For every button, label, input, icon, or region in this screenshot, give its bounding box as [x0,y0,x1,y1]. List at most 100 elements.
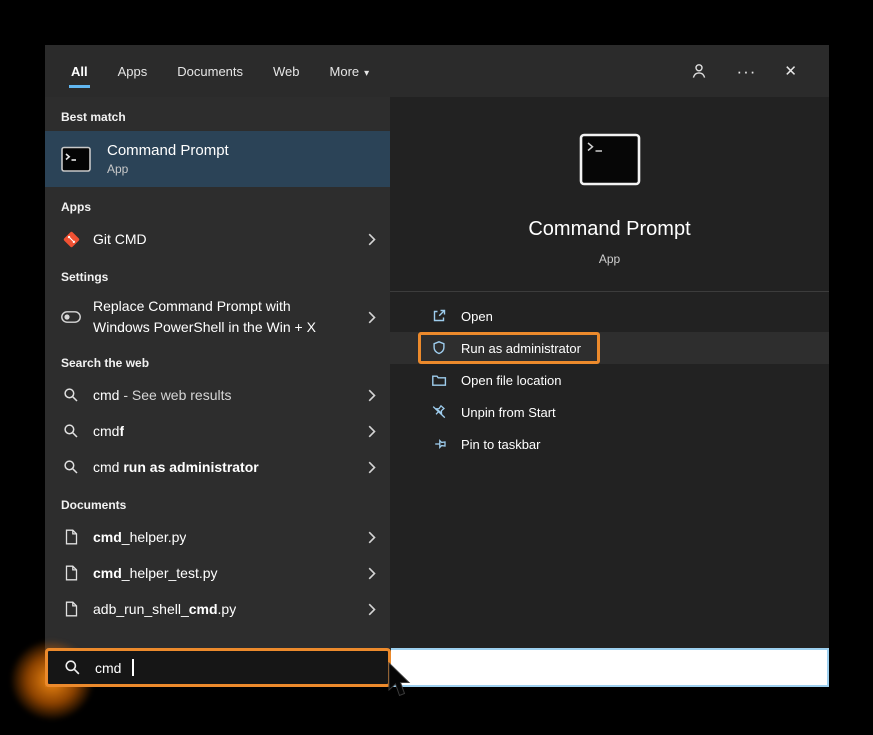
close-icon[interactable]: ✕ [784,62,797,80]
settings-line2: Windows PowerShell in the Win + X [93,318,316,337]
chevron-down-icon: ▾ [364,68,369,79]
section-header-apps: Apps [45,187,390,221]
tab-all-label: All [71,64,88,79]
result-git-cmd[interactable]: Git CMD [45,221,390,257]
tab-documents-label: Documents [177,64,243,79]
toggle-icon [59,311,83,323]
result-doc-cmd-helper-test[interactable]: cmd_helper_test.py [45,555,390,591]
action-label: Run as administrator [461,341,581,356]
label-run: .py [218,601,237,617]
shield-icon [430,340,447,356]
label-run: _helper_test.py [122,565,218,581]
document-icon [59,565,83,581]
chevron-right-icon[interactable] [360,603,376,616]
result-label: cmdf [93,423,124,439]
tab-documents[interactable]: Documents [177,64,243,79]
preview-panel: Command Prompt App Open [390,97,829,648]
tab-all[interactable]: All [71,64,88,79]
section-header-search-the-web: Search the web [45,343,390,377]
taskbar-search-box[interactable]: cmd [45,648,391,687]
settings-line1: Replace Command Prompt with [93,297,316,316]
tab-more-label: More [330,64,360,79]
more-options-icon[interactable]: ··· [736,63,756,80]
result-label: cmd_helper_test.py [93,565,218,581]
folder-icon [430,372,447,388]
chevron-right-icon[interactable] [360,567,376,580]
label-run: adb_run_shell_ [93,601,189,617]
annotation-box-run-as-admin: Run as administrator [418,332,600,364]
result-doc-cmd-helper[interactable]: cmd_helper.py [45,519,390,555]
results-panel: Best match Command Prompt App Apps [45,97,390,648]
open-icon [430,308,447,324]
result-best-match-command-prompt[interactable]: Command Prompt App [45,131,390,187]
chevron-right-icon[interactable] [360,461,376,474]
result-web-cmd-run-as-administrator[interactable]: cmd run as administrator [45,449,390,485]
tabbar-actions: ··· ✕ [690,62,803,80]
chevron-right-icon[interactable] [360,531,376,544]
action-label: Open file location [461,373,561,388]
pin-icon [430,436,447,452]
label-run: cmd [93,387,119,403]
divider [390,291,829,292]
action-pin-to-taskbar[interactable]: Pin to taskbar [390,428,829,460]
action-label: Unpin from Start [461,405,556,420]
tab-bar: All Apps Documents Web More ▾ [45,45,829,97]
git-icon [59,230,83,249]
action-open[interactable]: Open [390,300,829,332]
search-icon [59,387,83,403]
search-icon [59,459,83,475]
label-run: cmd [93,459,123,475]
command-prompt-icon-large [579,133,641,191]
screenshot-stage: All Apps Documents Web More ▾ [0,0,873,735]
tab-web[interactable]: Web [273,64,300,79]
chevron-right-icon[interactable] [360,233,376,246]
document-icon [59,601,83,617]
label-run-bold: f [119,423,124,439]
search-query: cmd [95,660,121,676]
action-unpin-from-start[interactable]: Unpin from Start [390,396,829,428]
section-header-best-match: Best match [45,97,390,131]
result-label: cmd run as administrator [93,459,259,475]
tab-web-label: Web [273,64,300,79]
search-box-extension[interactable] [391,648,829,687]
account-icon[interactable] [690,62,708,80]
action-label: Pin to taskbar [461,437,541,452]
tab-apps[interactable]: Apps [118,64,148,79]
best-match-text: Command Prompt App [107,142,229,176]
result-web-cmdf[interactable]: cmdf [45,413,390,449]
search-flyout-window: All Apps Documents Web More ▾ [45,45,829,687]
settings-result-text: Replace Command Prompt with Windows Powe… [93,297,316,337]
action-open-file-location[interactable]: Open file location [390,364,829,396]
best-match-subtitle: App [107,162,229,176]
preview-title: Command Prompt [390,218,829,241]
section-header-documents: Documents [45,485,390,519]
result-web-cmd-see-web-results[interactable]: cmd - See web results [45,377,390,413]
label-run-bold: cmd [93,565,122,581]
chevron-right-icon[interactable] [360,311,376,324]
label-run-bold: cmd [189,601,218,617]
result-label: cmd - See web results [93,387,232,403]
chevron-right-icon[interactable] [360,389,376,402]
text-caret [132,659,134,676]
search-icon [60,659,84,676]
chevron-right-icon[interactable] [360,425,376,438]
tab-apps-label: Apps [118,64,148,79]
unpin-icon [430,404,447,420]
section-header-settings: Settings [45,257,390,291]
command-prompt-icon [59,146,93,173]
actions-list: Open Run as administrator [390,300,829,460]
search-icon [59,423,83,439]
label-run: - See web results [119,387,231,403]
result-label: Git CMD [93,231,147,247]
document-icon [59,529,83,545]
tab-more[interactable]: More ▾ [330,64,370,79]
preview-subtitle: App [390,252,829,266]
result-label: cmd_helper.py [93,529,186,545]
action-run-as-administrator[interactable]: Run as administrator [390,332,829,364]
result-replace-command-prompt-setting[interactable]: Replace Command Prompt with Windows Powe… [45,291,390,343]
label-run: _helper.py [122,529,187,545]
best-match-title: Command Prompt [107,142,229,159]
action-label: Open [461,309,493,324]
result-doc-adb-run-shell-cmd[interactable]: adb_run_shell_cmd.py [45,591,390,627]
label-run: cmd [93,423,119,439]
